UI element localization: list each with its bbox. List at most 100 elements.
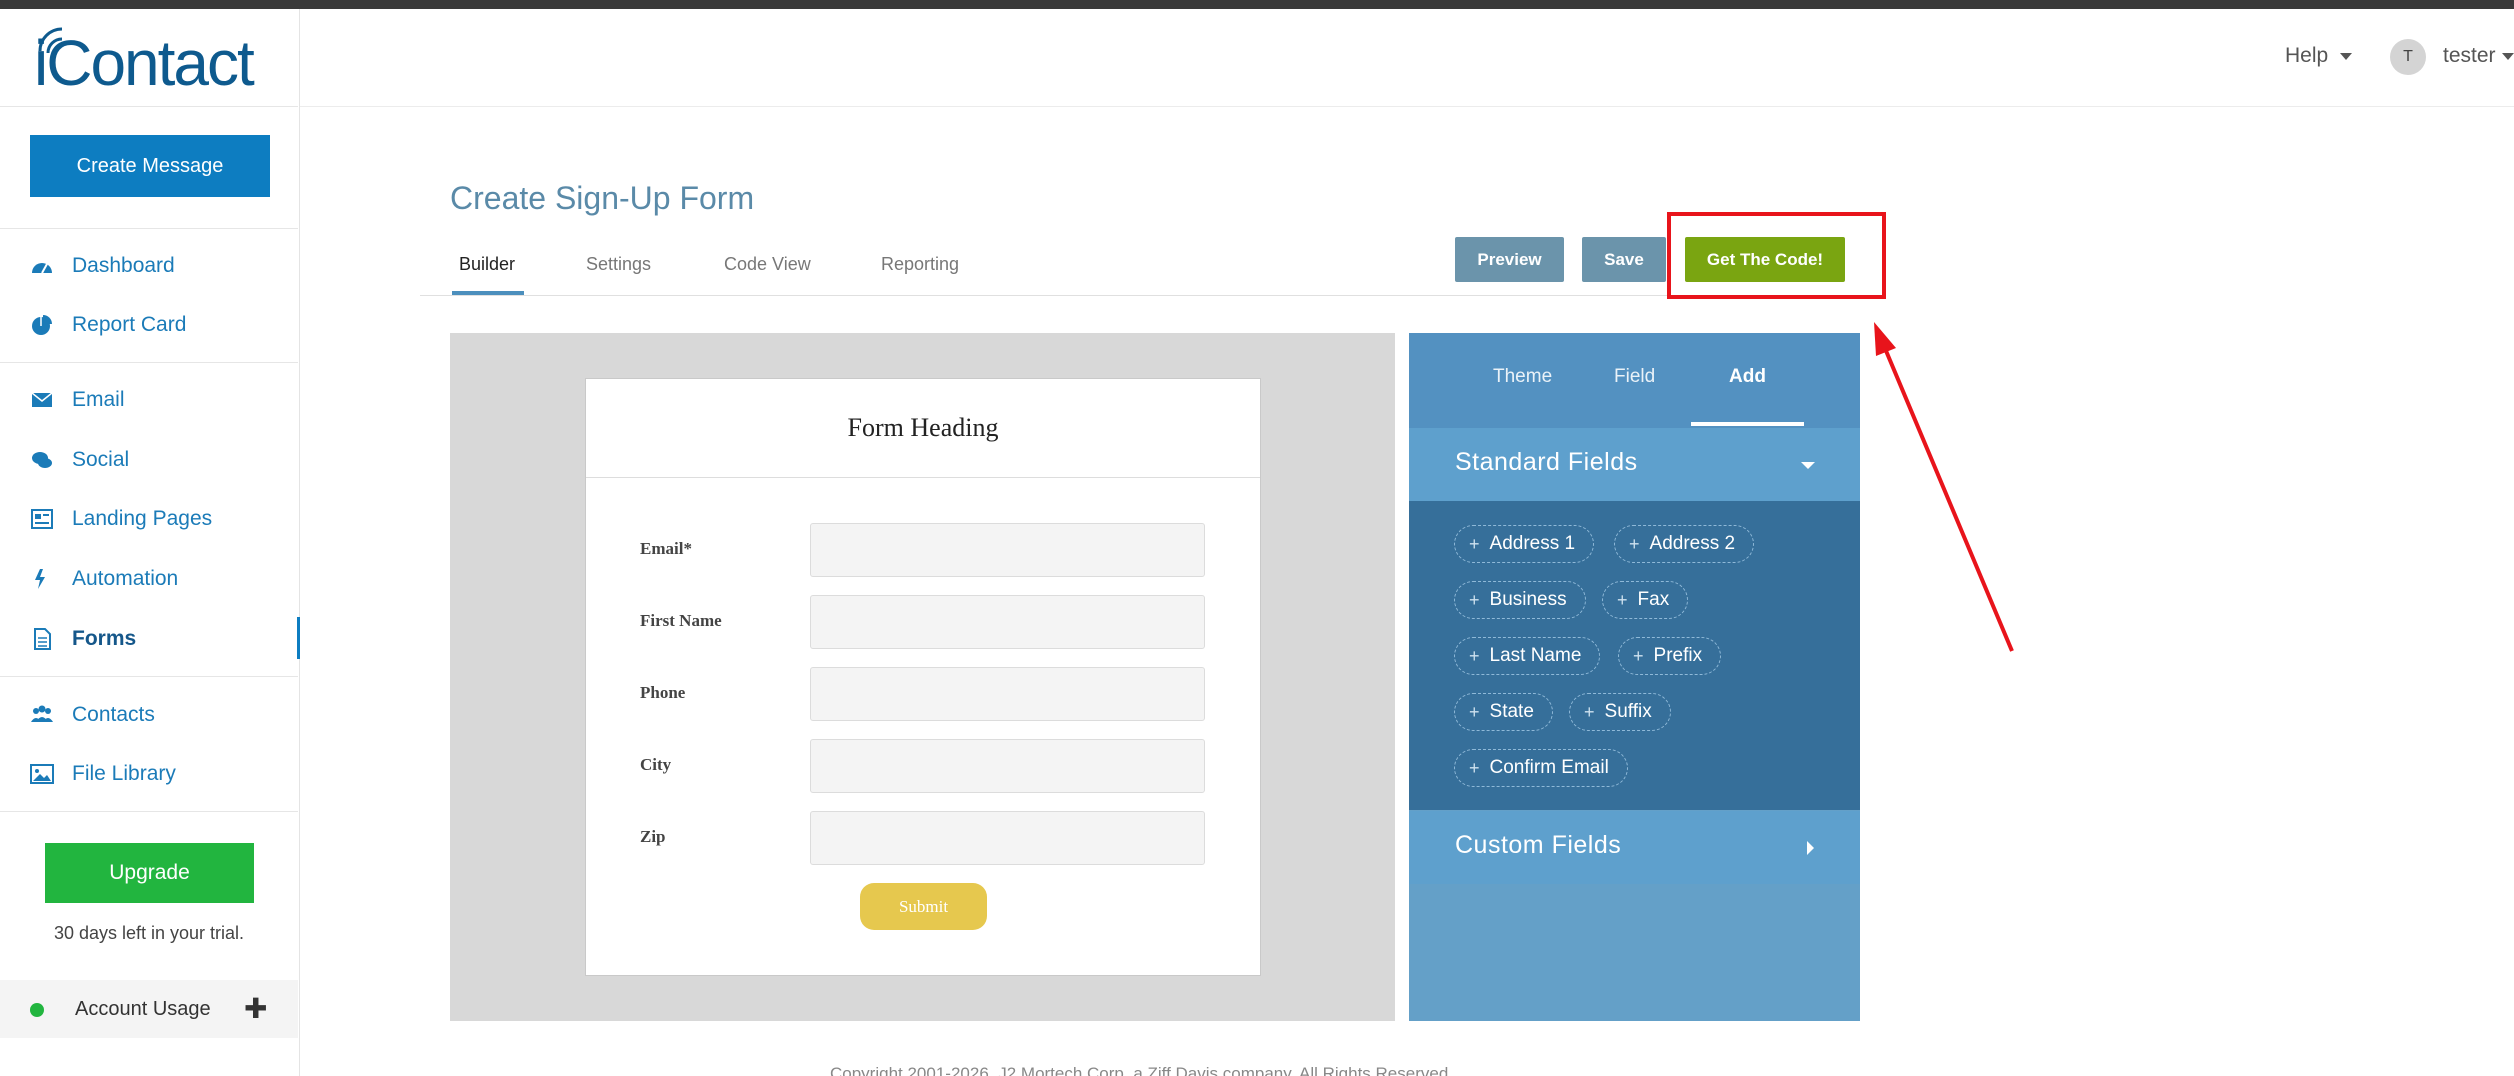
panel-tab-bar: Theme Field Add <box>1409 333 1860 428</box>
chip-label: Suffix <box>1604 701 1652 722</box>
field-label-city: City <box>640 755 672 774</box>
help-label: Help <box>2285 44 2329 67</box>
tab-add[interactable]: Add <box>1729 366 1766 388</box>
chat-bubbles-icon <box>32 452 52 468</box>
sidebar-item-forms[interactable]: Forms <box>0 613 300 665</box>
tab-settings[interactable]: Settings <box>586 254 651 275</box>
plus-icon: + <box>1469 645 1480 666</box>
sidebar-divider <box>0 362 298 363</box>
builder-panel: Theme Field Add Standard Fields + Address… <box>1409 333 1860 1021</box>
page-title: Create Sign-Up Form <box>450 180 755 216</box>
account-usage[interactable]: Account Usage ✚ <box>0 980 298 1038</box>
add-field-chip[interactable]: + Address 1 <box>1454 525 1595 563</box>
sidebar-item-file-library[interactable]: File Library <box>0 748 298 800</box>
tabs-divider <box>420 295 1860 296</box>
field-label-zip: Zip <box>640 827 666 846</box>
sidebar-item-contacts[interactable]: Contacts <box>0 689 298 741</box>
plus-icon: + <box>1469 533 1480 554</box>
sidebar-item-report-card[interactable]: Report Card <box>0 299 298 351</box>
add-field-chip[interactable]: + Prefix <box>1618 637 1722 675</box>
save-button[interactable]: Save <box>1582 237 1666 282</box>
footer-copyright: Copyright 2001-2026, J2 Mortech Corp, a … <box>830 1064 1453 1076</box>
sidebar: iContact Create Message Dashboard Report… <box>0 9 300 1076</box>
first-name-field[interactable] <box>810 595 1205 649</box>
add-field-chip[interactable]: + State <box>1454 693 1553 731</box>
add-field-chip[interactable]: + Business <box>1454 581 1586 619</box>
annotation-highlight-box <box>1667 212 1886 299</box>
phone-field[interactable] <box>810 667 1205 721</box>
header-divider <box>300 106 2514 107</box>
sidebar-divider <box>0 228 298 229</box>
chip-label: Confirm Email <box>1489 757 1609 778</box>
standard-fields-title: Standard Fields <box>1455 448 1638 476</box>
logo-text: iContact <box>34 27 255 99</box>
add-field-chip[interactable]: + Suffix <box>1569 693 1671 731</box>
sidebar-item-label: Email <box>72 388 125 411</box>
pie-chart-icon <box>32 315 52 335</box>
tab-builder[interactable]: Builder <box>459 254 515 275</box>
sidebar-item-automation[interactable]: Automation <box>0 553 298 605</box>
plus-icon: + <box>1469 701 1480 722</box>
add-field-chip[interactable]: + Confirm Email <box>1454 749 1628 787</box>
add-field-chip[interactable]: + Fax <box>1602 581 1689 619</box>
sidebar-divider <box>0 106 298 107</box>
standard-fields-list: + Address 1 + Address 2 + Business + Fax + La… <box>1409 501 1860 810</box>
users-icon <box>31 705 53 722</box>
lightning-icon <box>35 569 45 589</box>
sidebar-divider <box>0 811 298 812</box>
add-field-chip[interactable]: + Last Name <box>1454 637 1601 675</box>
help-menu[interactable]: Help <box>2285 44 2353 68</box>
user-name: tester <box>2443 44 2496 67</box>
custom-fields-header[interactable]: Custom Fields <box>1409 811 1860 884</box>
tab-reporting[interactable]: Reporting <box>881 254 959 275</box>
tab-theme[interactable]: Theme <box>1493 366 1552 388</box>
field-label-email: Email* <box>640 539 692 558</box>
chevron-right-icon <box>1807 841 1814 855</box>
zip-field[interactable] <box>810 811 1205 865</box>
sidebar-item-dashboard[interactable]: Dashboard <box>0 240 298 292</box>
standard-fields-header[interactable]: Standard Fields <box>1409 428 1860 501</box>
chevron-down-icon <box>2340 52 2353 60</box>
sidebar-item-label: Landing Pages <box>72 507 213 530</box>
sidebar-divider <box>0 676 298 677</box>
form-heading[interactable]: Form Heading <box>586 379 1260 478</box>
chip-label: State <box>1489 701 1534 722</box>
document-icon <box>34 628 51 650</box>
city-field[interactable] <box>810 739 1205 793</box>
field-label-phone: Phone <box>640 683 686 702</box>
user-menu[interactable]: tester <box>2443 44 2514 68</box>
avatar[interactable]: T <box>2390 39 2426 75</box>
landing-page-icon <box>31 509 53 529</box>
chip-label: Last Name <box>1489 645 1582 666</box>
plus-icon: + <box>1629 533 1640 554</box>
upgrade-button[interactable]: Upgrade <box>45 843 254 903</box>
add-field-chip[interactable]: + Address 2 <box>1614 525 1755 563</box>
preview-button[interactable]: Preview <box>1455 237 1564 282</box>
sidebar-item-label: Forms <box>72 627 137 650</box>
email-field[interactable] <box>810 523 1205 577</box>
submit-button[interactable]: Submit <box>860 883 987 930</box>
image-icon <box>30 764 54 784</box>
sidebar-item-email[interactable]: Email <box>0 374 298 426</box>
sidebar-item-label: File Library <box>72 762 176 785</box>
chevron-down-icon <box>2501 52 2514 60</box>
tab-code-view[interactable]: Code View <box>724 254 811 275</box>
create-message-button[interactable]: Create Message <box>30 135 270 197</box>
top-strip <box>0 0 2514 9</box>
expand-plus-icon[interactable]: ✚ <box>244 992 267 1025</box>
sidebar-item-landing-pages[interactable]: Landing Pages <box>0 493 298 545</box>
form-preview[interactable]: Form Heading Email* First Name Phone Cit… <box>585 378 1261 976</box>
status-dot-icon <box>30 1003 44 1017</box>
chip-label: Address 2 <box>1649 533 1736 554</box>
chip-label: Business <box>1489 589 1567 610</box>
field-label-first-name: First Name <box>640 611 722 630</box>
dashboard-icon <box>32 263 52 274</box>
sidebar-item-label: Automation <box>72 567 179 590</box>
tab-field[interactable]: Field <box>1614 366 1655 388</box>
plus-icon: + <box>1584 701 1595 722</box>
plus-icon: + <box>1469 757 1480 778</box>
logo[interactable]: iContact <box>26 23 276 103</box>
chip-label: Fax <box>1637 589 1670 610</box>
sidebar-item-social[interactable]: Social <box>0 434 298 486</box>
sidebar-item-label: Social <box>72 448 130 471</box>
